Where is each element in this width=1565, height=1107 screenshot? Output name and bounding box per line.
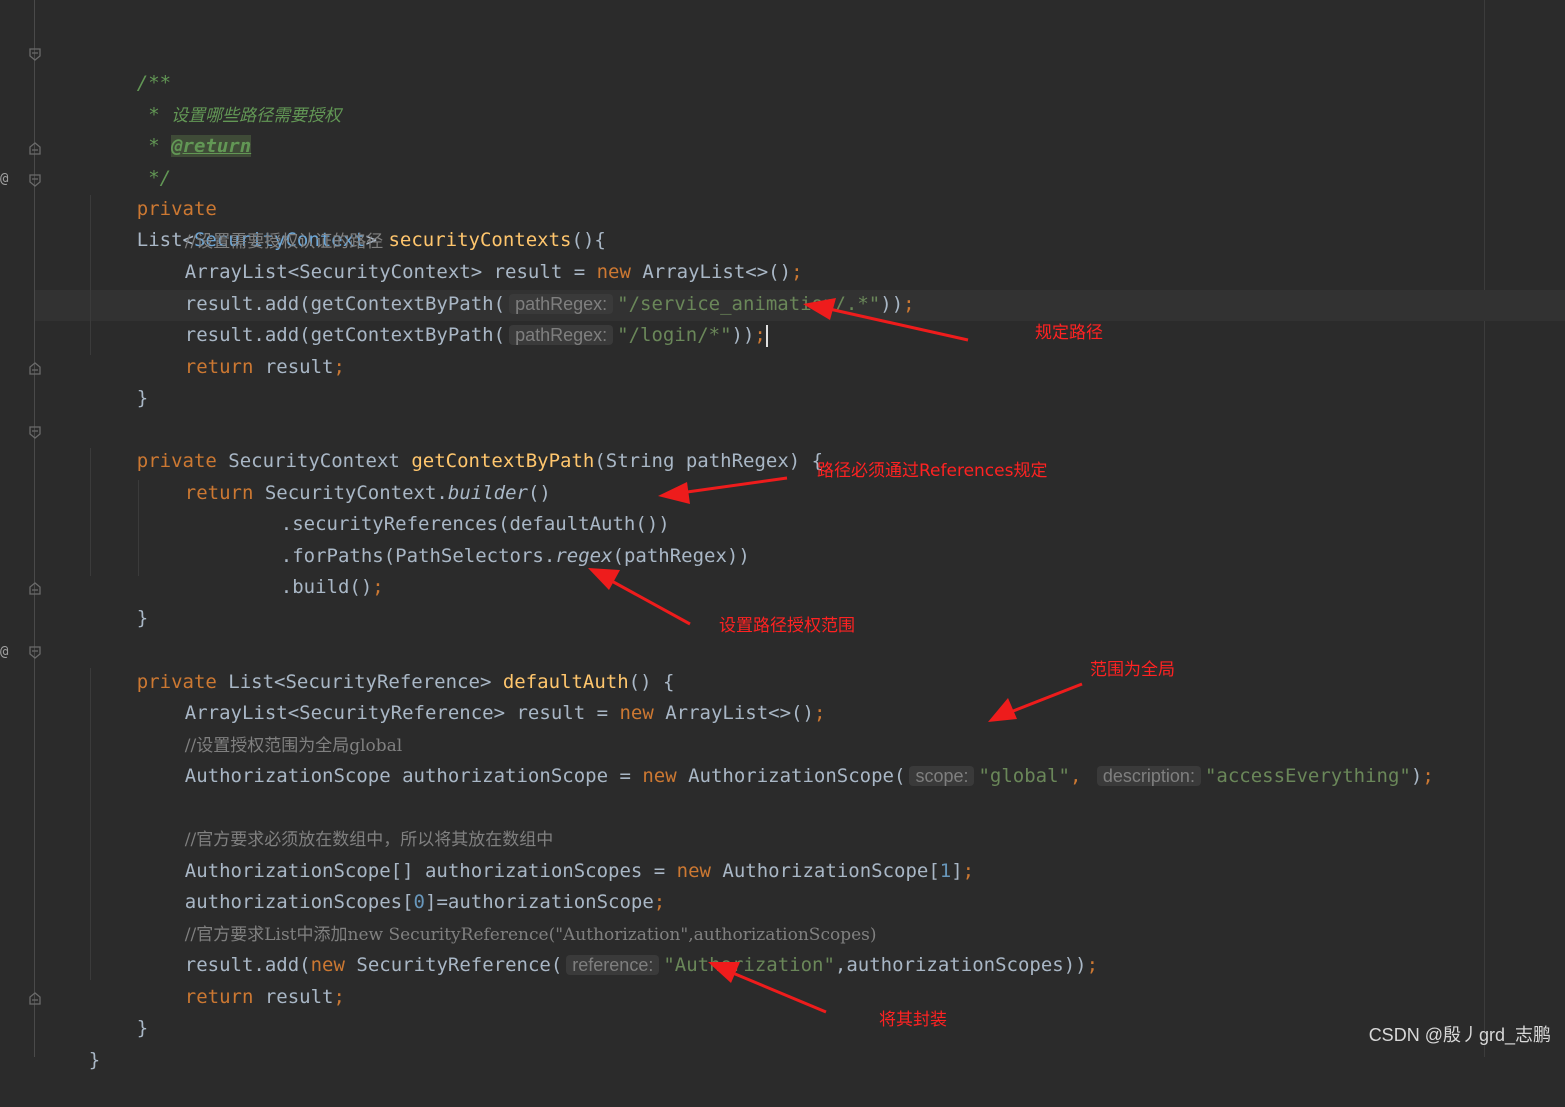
annotation-layer: [588, 298, 1083, 1014]
annotation-note: 将其封装: [879, 1010, 947, 1030]
arrow-icon: [658, 476, 788, 504]
annotation-note: 路径必须通过References规定: [817, 461, 1048, 481]
annotation-note: 设置路径授权范围: [719, 616, 855, 636]
arrow-icon: [803, 298, 969, 342]
arrow-icon: [988, 682, 1083, 722]
arrow-icon: [708, 962, 827, 1014]
watermark: CSDN @殷丿grd_志鹏: [1368, 1025, 1551, 1045]
annotation-note: 规定路径: [1035, 323, 1103, 343]
annotation-note: 范围为全局: [1090, 660, 1175, 680]
arrow-icon: [588, 568, 691, 626]
